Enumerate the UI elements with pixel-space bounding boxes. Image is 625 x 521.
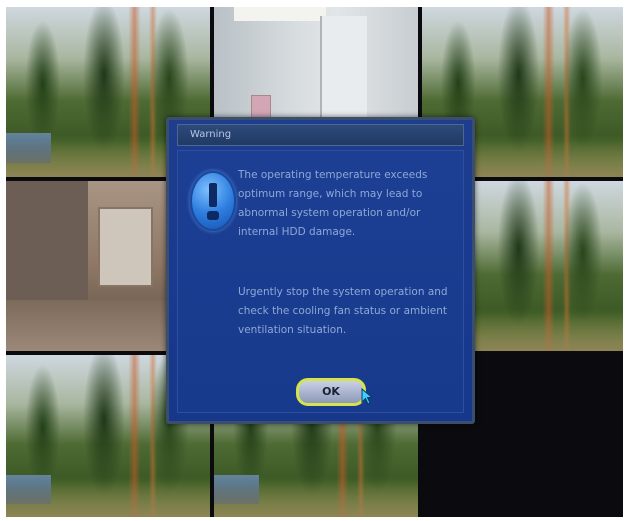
dialog-body: The operating temperature exceeds optimu…: [177, 150, 464, 413]
warning-message-action: Urgently stop the system operation and c…: [238, 286, 448, 336]
dialog-title: Warning: [177, 124, 464, 146]
mouse-cursor-icon: [361, 388, 374, 405]
warning-message-temperature: The operating temperature exceeds optimu…: [238, 169, 428, 238]
ok-button[interactable]: OK: [296, 378, 366, 406]
warning-dialog: Warning The operating temperature exceed…: [166, 117, 475, 424]
exclamation-icon: [190, 171, 236, 231]
